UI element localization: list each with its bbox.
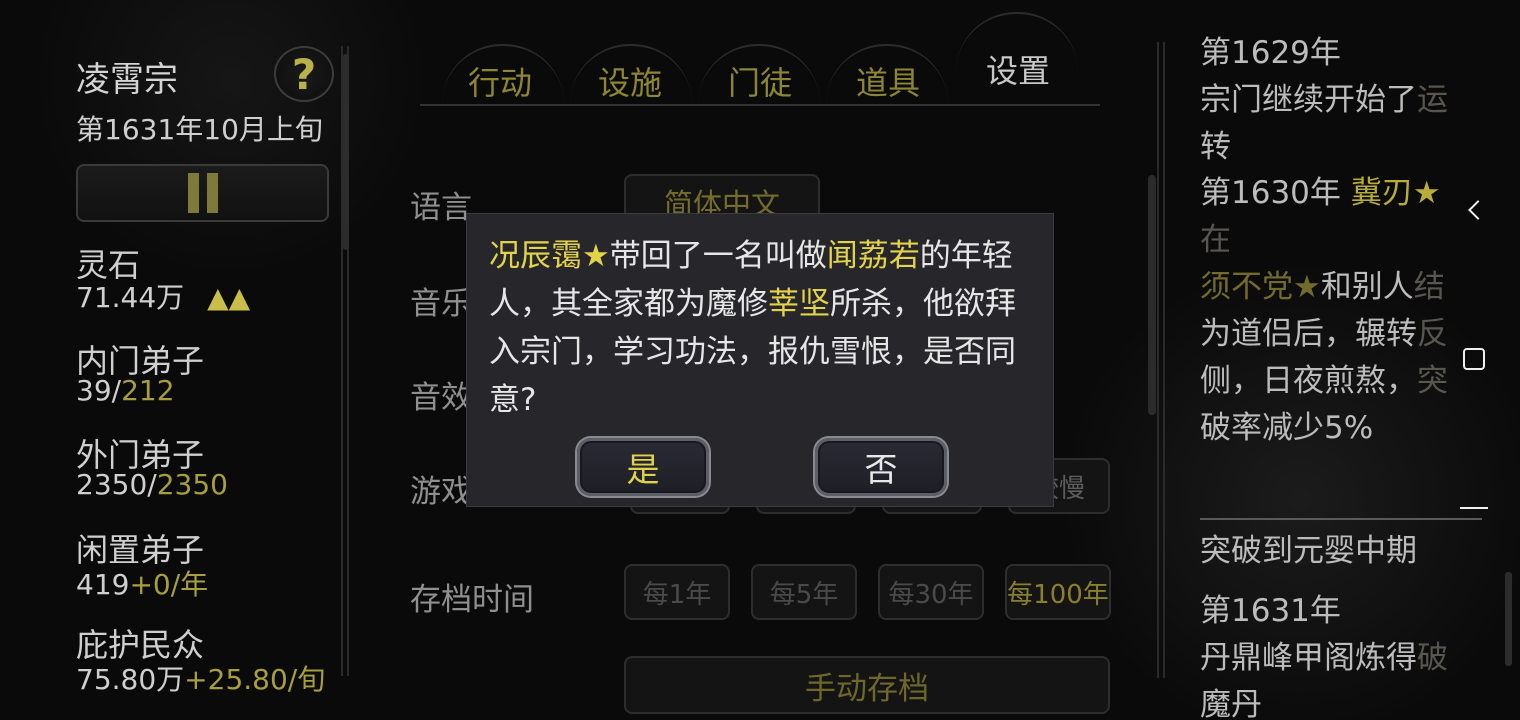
sfx-label: 音效 xyxy=(410,380,472,416)
help-icon: ? xyxy=(291,49,317,99)
spirit-stone-value: 71.44万 ▲▲ xyxy=(76,281,251,314)
tab-settings[interactable]: 设置 xyxy=(986,46,1050,92)
character-name: 况辰霭★ xyxy=(489,238,610,274)
log-divider xyxy=(1200,518,1482,520)
autosave-30y-button[interactable]: 每30年 xyxy=(878,564,984,620)
game-date: 第1631年10月上旬 xyxy=(76,113,323,146)
home-icon[interactable] xyxy=(1460,345,1488,373)
idle-disciples-value: 419+0/年 xyxy=(76,568,209,601)
event-dialog: 况辰霭★带回了一名叫做闻荔若的年轻人，其全家都为魔修莘坚所杀，他欲拜入宗门，学习… xyxy=(466,213,1054,507)
pause-icon xyxy=(187,173,199,213)
pause-button[interactable] xyxy=(76,164,329,222)
no-button[interactable]: 否 xyxy=(815,438,947,496)
event-log-entry: 第1631年 丹鼎峰甲阁炼得破 魔丹 xyxy=(1200,593,1448,720)
outer-disciples-value: 2350/2350 xyxy=(76,468,228,501)
autosave-100y-button[interactable]: 每100年 xyxy=(1005,564,1111,620)
menu-icon[interactable] xyxy=(1460,494,1488,522)
event-log-entry: 突破到元婴中期 xyxy=(1200,533,1417,569)
autosave-5y-button[interactable]: 每5年 xyxy=(751,564,857,620)
dialog-message: 况辰霭★带回了一名叫做闻荔若的年轻人，其全家都为魔修莘坚所杀，他欲拜入宗门，学习… xyxy=(489,238,1016,418)
tab-actions[interactable]: 行动 xyxy=(468,58,532,104)
yes-button[interactable]: 是 xyxy=(577,438,709,496)
music-label: 音乐 xyxy=(410,286,472,322)
left-scrollbar-thumb[interactable] xyxy=(343,54,349,250)
event-log-entry: 第1630年 冀刃★在 须不党★和别人结 为道侣后，辗转反 侧，日夜煎熬，突 破… xyxy=(1200,175,1448,446)
autosave-1y-button[interactable]: 每1年 xyxy=(624,564,730,620)
tab-disciples[interactable]: 门徒 xyxy=(728,58,792,104)
back-icon[interactable] xyxy=(1460,196,1488,224)
event-log-entry: 第1629年 宗门继续开始了运 转 xyxy=(1200,35,1448,165)
sect-status-panel: 凌霄宗 ? 第1631年10月上旬 灵石 71.44万 ▲▲ 内门弟子 39/2… xyxy=(0,0,370,720)
help-button[interactable]: ? xyxy=(274,46,334,102)
settings-scrollbar[interactable] xyxy=(1148,175,1156,415)
pause-icon xyxy=(206,173,218,213)
tab-facilities[interactable]: 设施 xyxy=(598,58,662,104)
manual-save-button[interactable]: 手动存档 xyxy=(624,656,1110,714)
tab-items[interactable]: 道具 xyxy=(856,58,920,104)
inner-disciples-value: 39/212 xyxy=(76,374,175,407)
log-scrollbar[interactable] xyxy=(1505,572,1512,666)
character-name: 莘坚 xyxy=(768,286,830,322)
sect-name: 凌霄宗 xyxy=(76,60,178,100)
language-label: 语言 xyxy=(410,190,472,226)
autosave-label: 存档时间 xyxy=(410,582,534,618)
center-divider xyxy=(1157,42,1165,678)
protected-people-value: 75.80万+25.80/旬 xyxy=(76,663,326,696)
character-name: 闻荔若 xyxy=(826,238,920,274)
trend-up-icon: ▲▲ xyxy=(207,281,251,314)
